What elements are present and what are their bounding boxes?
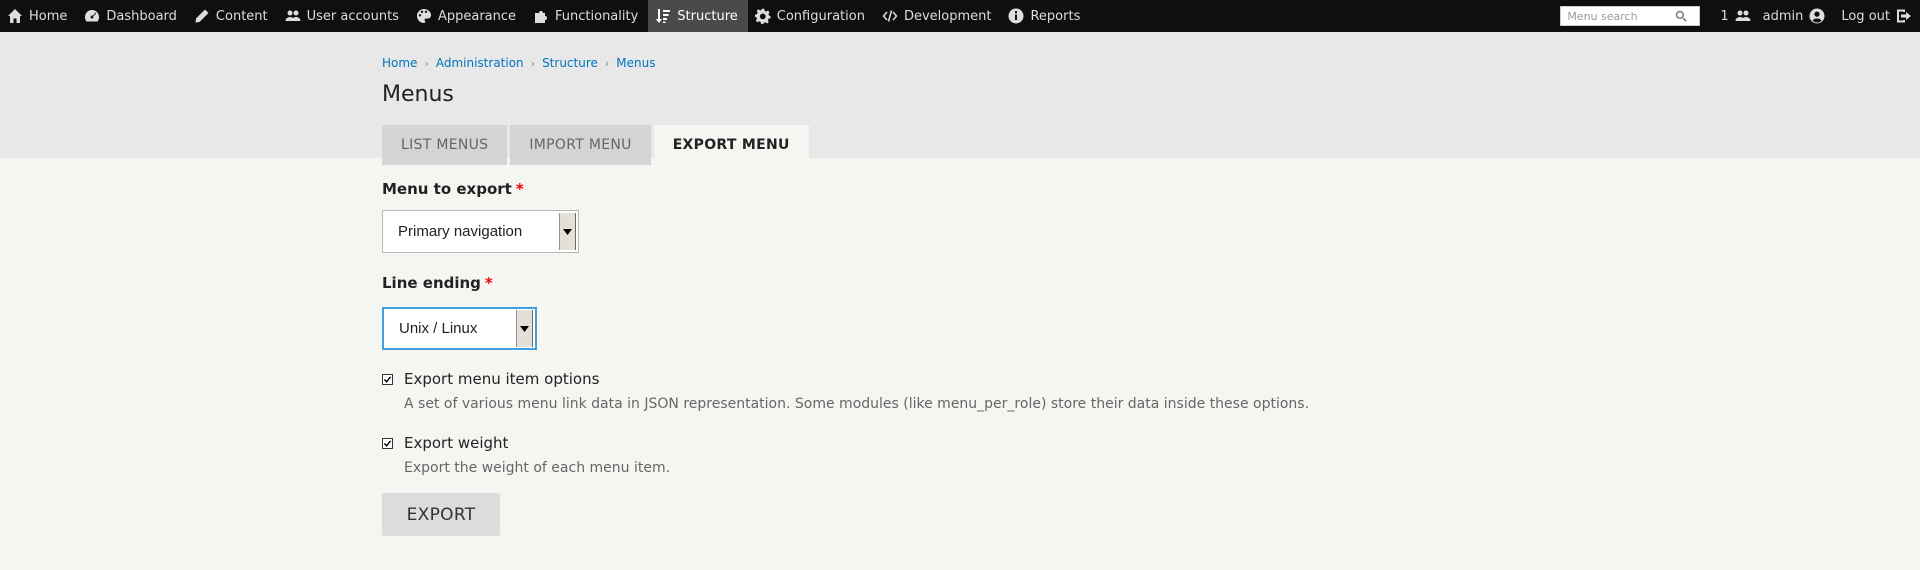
- toolbar-label-development: Development: [903, 8, 992, 24]
- toolbar-item-structure[interactable]: Structure: [648, 0, 748, 32]
- toolbar-item-development[interactable]: Development: [875, 0, 1002, 32]
- toolbar-label-structure: Structure: [677, 8, 738, 24]
- sort-icon: [656, 9, 671, 23]
- menu-to-export-value: Primary navigation: [398, 223, 523, 240]
- admin-toolbar: Home Dashboard Content User accounts App…: [0, 0, 1920, 32]
- username-label: admin: [1762, 8, 1804, 24]
- toolbar-label-content: Content: [215, 8, 268, 24]
- toolbar-user-menu[interactable]: admin: [1755, 0, 1834, 32]
- info-icon: [1008, 8, 1024, 24]
- toolbar-item-configuration[interactable]: Configuration: [748, 0, 875, 32]
- line-ending-select[interactable]: Unix / Linux: [382, 307, 537, 350]
- pencil-icon: [195, 9, 209, 23]
- line-ending-label-text: Line ending: [382, 274, 481, 292]
- export-button[interactable]: EXPORT: [382, 493, 500, 536]
- breadcrumb-home[interactable]: Home: [382, 56, 417, 70]
- menu-to-export-label-text: Menu to export: [382, 180, 512, 198]
- line-ending-label: Line ending *: [382, 274, 493, 292]
- export-item-options-description: A set of various menu link data in JSON …: [404, 396, 1310, 412]
- export-weight-description: Export the weight of each menu item.: [404, 460, 671, 476]
- users-icon: [285, 10, 301, 21]
- toolbar-label-dashboard: Dashboard: [106, 8, 177, 24]
- code-icon: [882, 10, 898, 22]
- breadcrumb-structure[interactable]: Structure: [542, 56, 598, 70]
- chevron-down-icon[interactable]: [516, 310, 533, 347]
- page-header: Home › Administration › Structure › Menu…: [0, 32, 1920, 165]
- toolbar-item-content[interactable]: Content: [187, 0, 278, 32]
- search-icon[interactable]: [1675, 10, 1687, 22]
- toolbar-label-home: Home: [29, 8, 68, 24]
- export-weight-option: Export weight: [382, 434, 508, 452]
- breadcrumb-separator-icon: ›: [604, 56, 610, 70]
- gear-icon: [754, 8, 771, 24]
- toolbar-item-functionality[interactable]: Functionality: [526, 0, 648, 32]
- toolbar-item-dashboard[interactable]: Dashboard: [77, 0, 187, 32]
- breadcrumb-separator-icon: ›: [424, 56, 429, 70]
- toolbar-label-appearance: Appearance: [437, 8, 517, 24]
- menu-search-input[interactable]: [1565, 8, 1676, 24]
- tab-list-menus[interactable]: LIST MENUS: [382, 125, 508, 165]
- chevron-down-icon[interactable]: [559, 213, 576, 250]
- users-icon: [1735, 10, 1751, 21]
- breadcrumb: Home › Administration › Structure › Menu…: [382, 56, 656, 70]
- breadcrumb-menus[interactable]: Menus: [616, 56, 655, 70]
- required-marker: *: [515, 180, 524, 198]
- toolbar-item-appearance[interactable]: Appearance: [409, 0, 526, 32]
- tab-import-menu[interactable]: IMPORT MENU: [510, 125, 651, 165]
- menu-search[interactable]: [1560, 6, 1701, 26]
- toolbar-secondary: 1 admin Log out: [1560, 0, 1920, 32]
- line-ending-value: Unix / Linux: [399, 320, 478, 337]
- logout-icon: [1897, 9, 1911, 23]
- toolbar-item-home[interactable]: Home: [0, 0, 77, 32]
- toolbar-logout[interactable]: Log out: [1833, 0, 1920, 32]
- toolbar-label-reports: Reports: [1030, 8, 1081, 24]
- toolbar-item-user-accounts[interactable]: User accounts: [278, 0, 409, 32]
- export-item-options-checkbox[interactable]: [382, 373, 393, 385]
- toolbar-label-configuration: Configuration: [776, 8, 865, 24]
- export-weight-checkbox[interactable]: [382, 437, 393, 449]
- menu-to-export-label: Menu to export *: [382, 180, 524, 198]
- tab-export-menu[interactable]: EXPORT MENU: [653, 125, 809, 165]
- breadcrumb-administration[interactable]: Administration: [436, 56, 524, 70]
- logout-label: Log out: [1841, 8, 1890, 24]
- toolbar-item-reports[interactable]: Reports: [1001, 0, 1090, 32]
- export-item-options-option: Export menu item options: [382, 370, 599, 388]
- export-weight-label: Export weight: [404, 434, 509, 452]
- dashboard-icon: [85, 10, 100, 22]
- home-icon: [8, 9, 22, 23]
- toolbar-label-user-accounts: User accounts: [306, 8, 399, 24]
- puzzle-icon: [535, 11, 548, 23]
- toolbar-user-count[interactable]: 1: [1712, 0, 1754, 32]
- palette-icon: [416, 9, 431, 23]
- toolbar-menu: Home Dashboard Content User accounts App…: [0, 0, 1090, 32]
- primary-tabs: LIST MENUS IMPORT MENU EXPORT MENU: [382, 125, 812, 165]
- menu-to-export-select[interactable]: Primary navigation: [382, 210, 579, 253]
- user-circle-icon: [1809, 8, 1825, 24]
- user-count-label: 1: [1720, 8, 1729, 24]
- page-title: Menus: [382, 82, 454, 107]
- breadcrumb-separator-icon: ›: [530, 56, 536, 70]
- toolbar-label-functionality: Functionality: [555, 8, 639, 24]
- export-item-options-label: Export menu item options: [404, 370, 600, 388]
- required-marker: *: [484, 274, 493, 292]
